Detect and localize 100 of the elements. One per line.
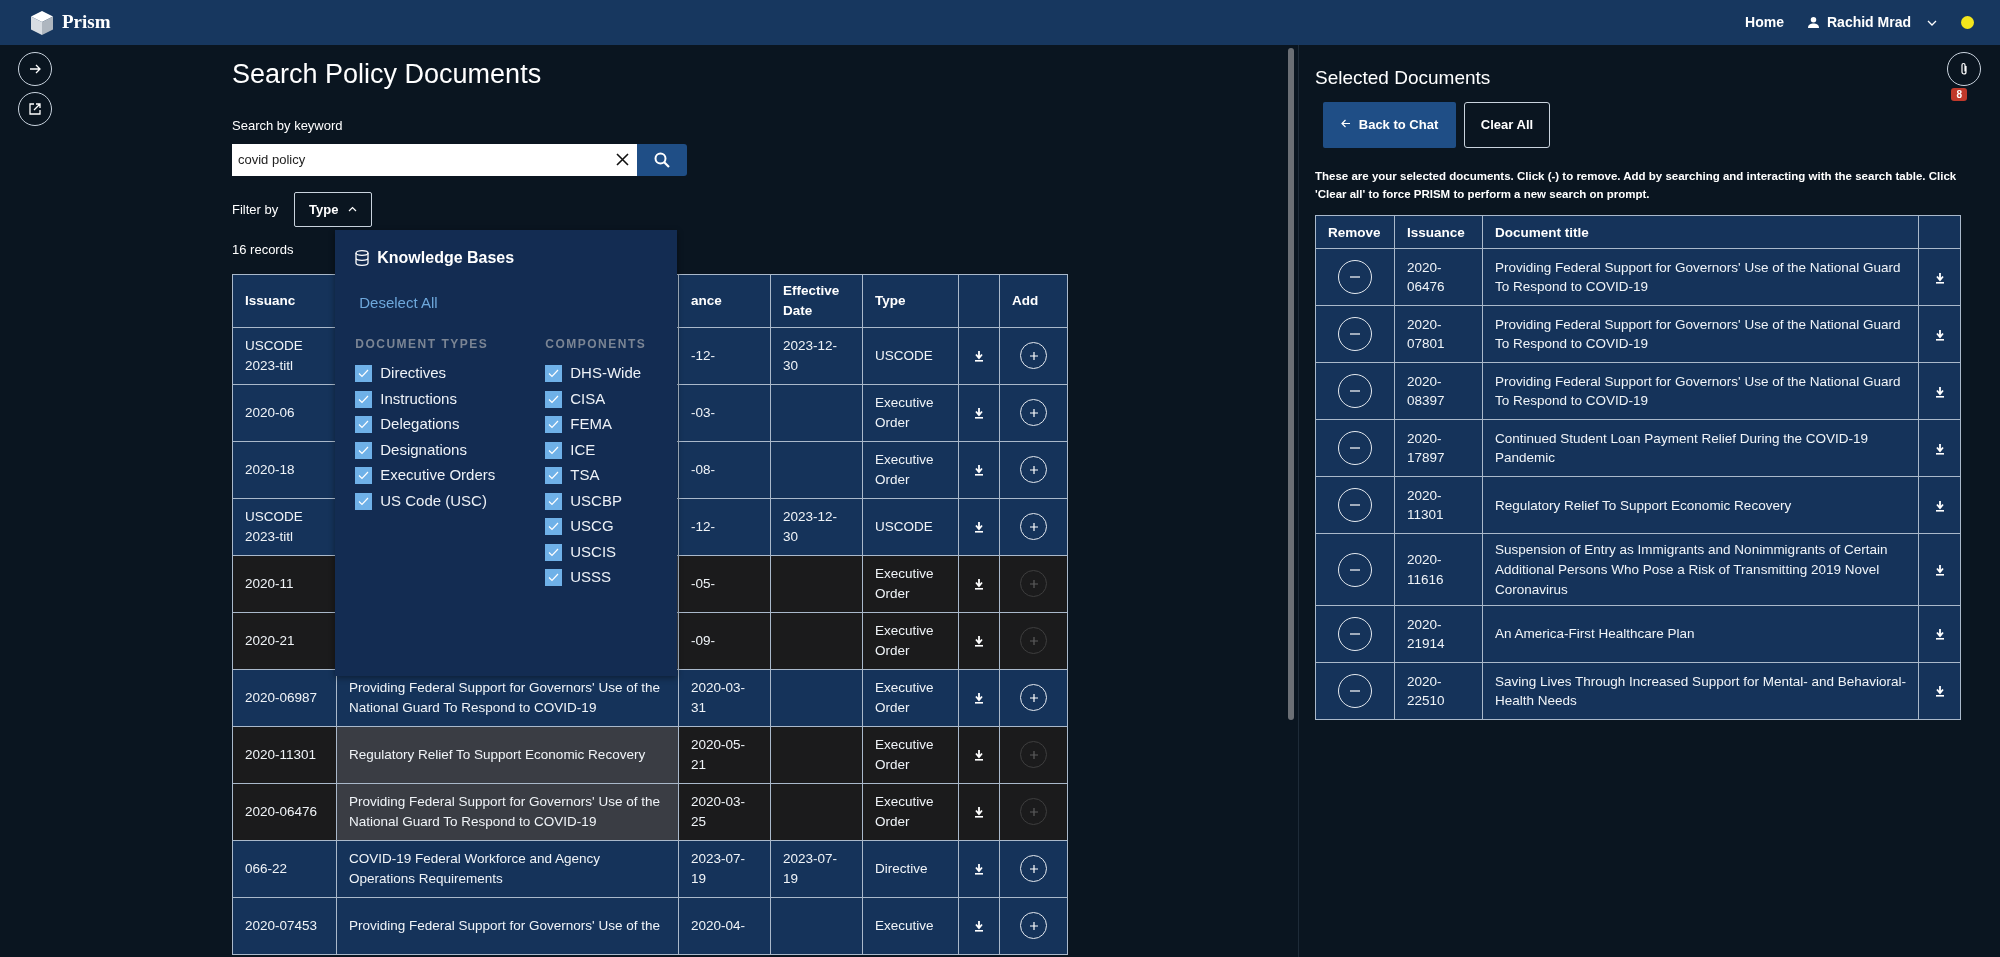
- download-button[interactable]: [1934, 629, 1945, 641]
- filter-option[interactable]: USCIS: [545, 539, 647, 565]
- arrow-right-icon: [29, 63, 41, 75]
- table-cell: 066-22: [232, 840, 337, 897]
- download-button[interactable]: [1934, 329, 1945, 341]
- table-cell: Providing Federal Support for Governors' Use of the National Guard To Respond to COVID-19: [1482, 305, 1919, 363]
- download-button[interactable]: [974, 863, 984, 875]
- deselect-all-link[interactable]: Deselect All: [359, 291, 438, 315]
- download-button[interactable]: [1934, 686, 1945, 698]
- plus-icon: [1028, 635, 1039, 646]
- checkbox[interactable]: [355, 492, 373, 510]
- table-cell: 2020-11616: [1394, 533, 1483, 606]
- table-cell: 2023-07-19: [678, 840, 771, 897]
- download-button[interactable]: [974, 407, 984, 419]
- download-icon: [974, 407, 984, 419]
- plus-icon: [1028, 521, 1039, 532]
- table-cell: COVID-19 Federal Workforce and Agency Operations Requirements: [336, 840, 679, 897]
- download-button[interactable]: [1934, 564, 1945, 576]
- download-icon: [974, 464, 984, 476]
- filter-option[interactable]: Instructions: [355, 386, 546, 412]
- checkbox[interactable]: [355, 416, 373, 434]
- checkbox[interactable]: [545, 569, 563, 587]
- filter-option[interactable]: TSA: [545, 462, 647, 489]
- download-button[interactable]: [974, 692, 984, 704]
- filter-option[interactable]: USCG: [545, 513, 647, 540]
- checkbox[interactable]: [545, 416, 563, 434]
- checkbox[interactable]: [355, 365, 373, 383]
- nav-link[interactable]: Home: [1745, 12, 1784, 33]
- column-header: Add: [999, 274, 1068, 327]
- status-dot: [1961, 16, 1974, 29]
- checkbox[interactable]: [545, 467, 563, 485]
- checkbox[interactable]: [545, 518, 563, 536]
- filter-option[interactable]: ICE: [545, 437, 647, 463]
- filter-option[interactable]: US Code (USC): [355, 488, 546, 514]
- download-icon: [974, 806, 984, 818]
- clear-search-button[interactable]: [607, 143, 637, 176]
- user-name[interactable]: Rachid Mrad: [1827, 12, 1911, 33]
- table-cell: Executive: [862, 897, 959, 954]
- download-button[interactable]: [974, 350, 984, 362]
- table-cell: 2020-21914: [1394, 605, 1483, 663]
- arrow-left-icon: [1340, 119, 1351, 129]
- table-cell: An America-First Healthcare Plan: [1482, 605, 1919, 663]
- download-button[interactable]: [974, 578, 984, 590]
- download-button[interactable]: [1934, 272, 1945, 284]
- download-button[interactable]: [974, 521, 984, 533]
- checkbox[interactable]: [545, 492, 563, 510]
- table-cell: 2020-05-21: [678, 726, 771, 783]
- page-title: Search Policy Documents: [232, 58, 543, 91]
- download-button[interactable]: [1934, 386, 1945, 398]
- table-cell: Executive Order: [862, 384, 959, 441]
- checkbox[interactable]: [545, 441, 563, 459]
- filter-option[interactable]: USCBP: [545, 488, 647, 514]
- database-icon: [355, 249, 370, 266]
- table-cell: 2020-06: [232, 384, 337, 441]
- table-cell: 2020-07801: [1394, 305, 1483, 363]
- download-button[interactable]: [974, 464, 984, 476]
- check-icon: [548, 420, 560, 430]
- filter-option[interactable]: Designations: [355, 437, 546, 463]
- filter-option[interactable]: USSS: [545, 564, 647, 591]
- filter-option[interactable]: Directives: [355, 360, 546, 387]
- check-icon: [548, 496, 560, 506]
- table-cell: 2020-06987: [232, 669, 337, 726]
- table-cell: USCODE: [862, 327, 959, 384]
- checkbox[interactable]: [355, 441, 373, 459]
- checkbox[interactable]: [545, 365, 563, 383]
- check-icon: [548, 522, 560, 532]
- checkbox[interactable]: [545, 390, 563, 408]
- filter-option[interactable]: CISA: [545, 386, 647, 412]
- download-button[interactable]: [974, 749, 984, 761]
- filter-option[interactable]: Delegations: [355, 411, 546, 438]
- scrollbar[interactable]: [1288, 48, 1294, 720]
- external-link-icon: [29, 103, 41, 115]
- filter-option[interactable]: Executive Orders: [355, 462, 546, 489]
- type-filter-button[interactable]: Type: [294, 191, 373, 227]
- table-cell: Regulatory Relief To Support Economic Recovery: [336, 726, 679, 783]
- table-cell: Providing Federal Support for Governors' Use of the National Guard To Respond to COVID-19: [1482, 362, 1919, 420]
- table-cell: Directive: [862, 840, 959, 897]
- download-button[interactable]: [974, 920, 984, 932]
- download-button[interactable]: [1934, 443, 1945, 455]
- download-button[interactable]: [974, 806, 984, 818]
- checkbox[interactable]: [355, 390, 373, 408]
- download-icon: [974, 920, 984, 932]
- table-cell: Saving Lives Through Increased Support for Mental- and Behavioral-Health Needs: [1482, 662, 1919, 720]
- table-cell: Executive Order: [862, 555, 959, 612]
- filter-option[interactable]: FEMA: [545, 411, 647, 438]
- search-button[interactable]: [637, 143, 687, 176]
- search-field[interactable]: covid policy: [232, 143, 607, 176]
- back-to-chat-button[interactable]: Back to Chat: [1323, 101, 1456, 148]
- column-header: Type: [862, 274, 959, 327]
- checkbox[interactable]: [545, 543, 563, 561]
- download-button[interactable]: [974, 635, 984, 647]
- filter-option[interactable]: DHS-Wide: [545, 360, 647, 387]
- chevron-down-icon[interactable]: [1927, 19, 1937, 26]
- table-cell: 2020-06476: [232, 783, 337, 840]
- clear-all-button[interactable]: Clear All: [1464, 101, 1550, 148]
- check-icon: [358, 445, 370, 455]
- table-cell: Executive Order: [862, 612, 959, 669]
- checkbox[interactable]: [355, 467, 373, 485]
- group-heading: DOCUMENT TYPES: [355, 335, 490, 353]
- download-button[interactable]: [1934, 500, 1945, 512]
